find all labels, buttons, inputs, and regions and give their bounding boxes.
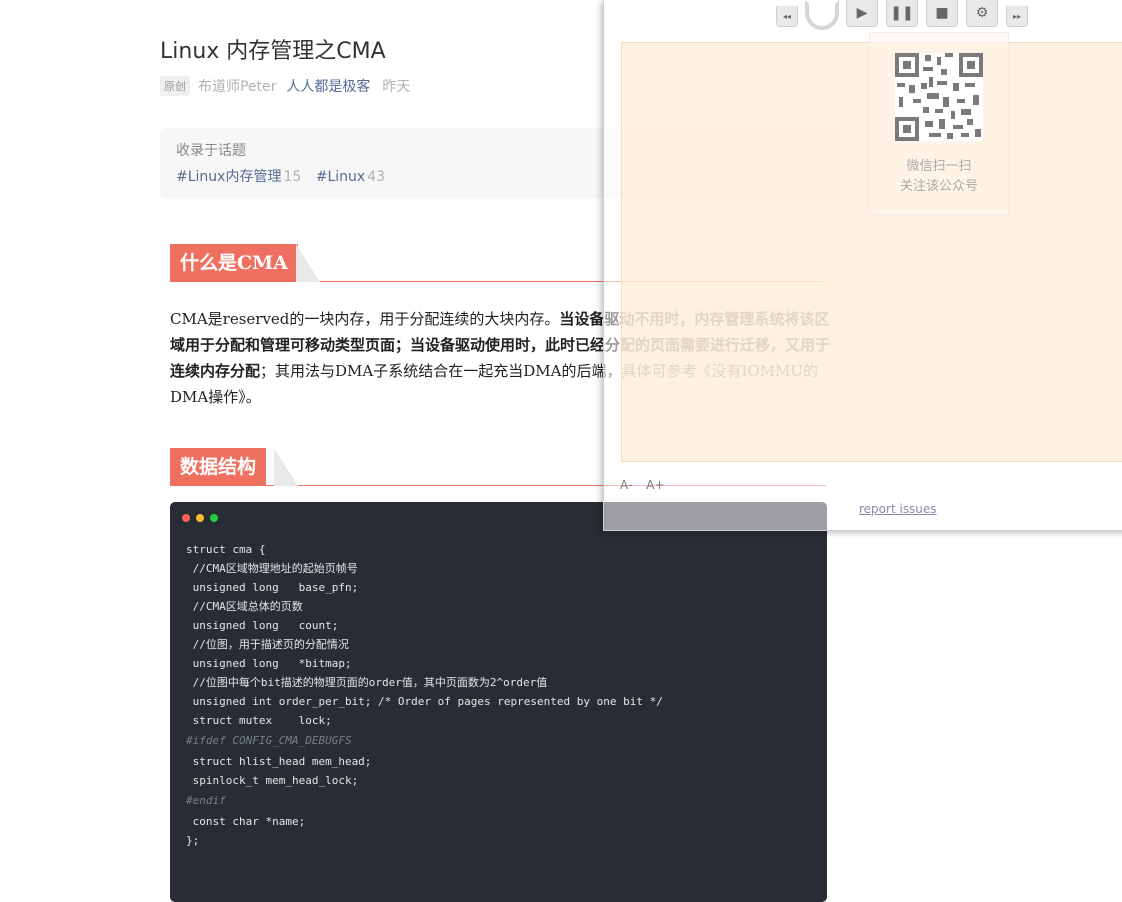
code-line: //CMA区域总体的页数 xyxy=(186,600,303,613)
code-line: //位图，用于描述页的分配情况 xyxy=(186,638,349,651)
rewind-icon[interactable]: ◂◂ xyxy=(776,6,798,27)
publish-date: 昨天 xyxy=(382,79,411,95)
red-dot-icon xyxy=(182,514,190,522)
font-decrease-button[interactable]: A- xyxy=(620,478,632,492)
code-line: #endif xyxy=(186,794,226,807)
font-size-controls: A- A+ xyxy=(620,478,679,492)
code-line: struct cma { xyxy=(186,543,266,556)
font-increase-button[interactable]: A+ xyxy=(646,478,664,492)
topic-tag-name: #Linux xyxy=(315,169,366,185)
window-dots xyxy=(182,514,224,522)
topic-tags: #Linux内存管理 15 #Linux 43 xyxy=(176,166,395,186)
code-line: unsigned long count; xyxy=(186,619,339,632)
section-title: 什么是CMA xyxy=(170,244,298,282)
code-line: struct mutex lock; xyxy=(186,714,332,727)
qr-caption: 微信扫一扫 关注该公众号 xyxy=(870,157,1008,197)
report-issues-link[interactable]: report issues xyxy=(859,502,937,516)
code-line: //CMA区域物理地址的起始页帧号 xyxy=(186,562,358,575)
original-badge: 原创 xyxy=(160,76,190,96)
section-title: 数据结构 xyxy=(170,448,267,486)
heading-fold-decoration xyxy=(274,448,298,486)
qr-code-icon xyxy=(895,53,983,141)
topic-tag-count: 15 xyxy=(283,169,302,185)
topic-tag-linux-mm[interactable]: #Linux内存管理 15 xyxy=(176,169,301,185)
code-lines: struct cma { //CMA区域物理地址的起始页帧号 unsigned … xyxy=(186,540,663,850)
code-block[interactable]: struct cma { //CMA区域物理地址的起始页帧号 unsigned … xyxy=(170,502,827,902)
code-line: unsigned long base_pfn; xyxy=(186,581,359,594)
code-line: unsigned long *bitmap; xyxy=(186,657,352,670)
gear-icon[interactable]: ⚙ xyxy=(966,0,998,27)
account-link[interactable]: 人人都是极客 xyxy=(286,76,370,96)
code-line: const char *name; xyxy=(186,815,306,828)
topic-tag-name: #Linux内存管理 xyxy=(176,169,282,185)
code-line: spinlock_t mem_head_lock; xyxy=(186,774,359,787)
fast-forward-icon[interactable]: ▸▸ xyxy=(1006,6,1028,27)
tts-controls: ◂◂ ▶ ❚❚ ■ ⚙ ▸▸ xyxy=(772,0,1032,30)
topic-tag-linux[interactable]: #Linux 43 xyxy=(316,169,385,185)
para-text: CMA是reserved的一块内存，用于分配连续的大块内存。 xyxy=(170,310,560,328)
code-line: struct hlist_head mem_head; xyxy=(186,755,372,768)
code-line: unsigned int order_per_bit; /* Order of … xyxy=(186,695,663,708)
author-name: 布道师Peter xyxy=(198,79,277,95)
play-icon[interactable]: ▶ xyxy=(846,0,878,27)
code-line: }; xyxy=(186,834,200,847)
topic-tag-count: 43 xyxy=(367,169,386,185)
article-title: Linux 内存管理之CMA xyxy=(160,39,386,64)
code-line: //位图中每个bit描述的物理页面的order值，其中页面数为2^order值 xyxy=(186,676,548,689)
reader-overlay-panel: ◂◂ ▶ ❚❚ ■ ⚙ ▸▸ 微信扫一扫 关注该公众号 A- A+ report… xyxy=(603,0,1122,531)
loading-spinner-icon xyxy=(805,0,839,30)
qr-card: 微信扫一扫 关注该公众号 xyxy=(869,32,1009,216)
topic-label: 收录于话题 xyxy=(176,143,246,159)
pause-icon[interactable]: ❚❚ xyxy=(886,0,918,27)
code-line: #ifdef CONFIG_CMA_DEBUGFS xyxy=(186,734,352,747)
heading-fold-decoration xyxy=(296,244,320,282)
yellow-dot-icon xyxy=(196,514,204,522)
stop-icon[interactable]: ■ xyxy=(926,0,958,27)
qr-caption-line2: 关注该公众号 xyxy=(899,179,978,194)
article-meta: 原创 布道师Peter 人人都是极客 昨天 xyxy=(160,76,410,96)
qr-caption-line1: 微信扫一扫 xyxy=(906,159,972,174)
green-dot-icon xyxy=(210,514,218,522)
